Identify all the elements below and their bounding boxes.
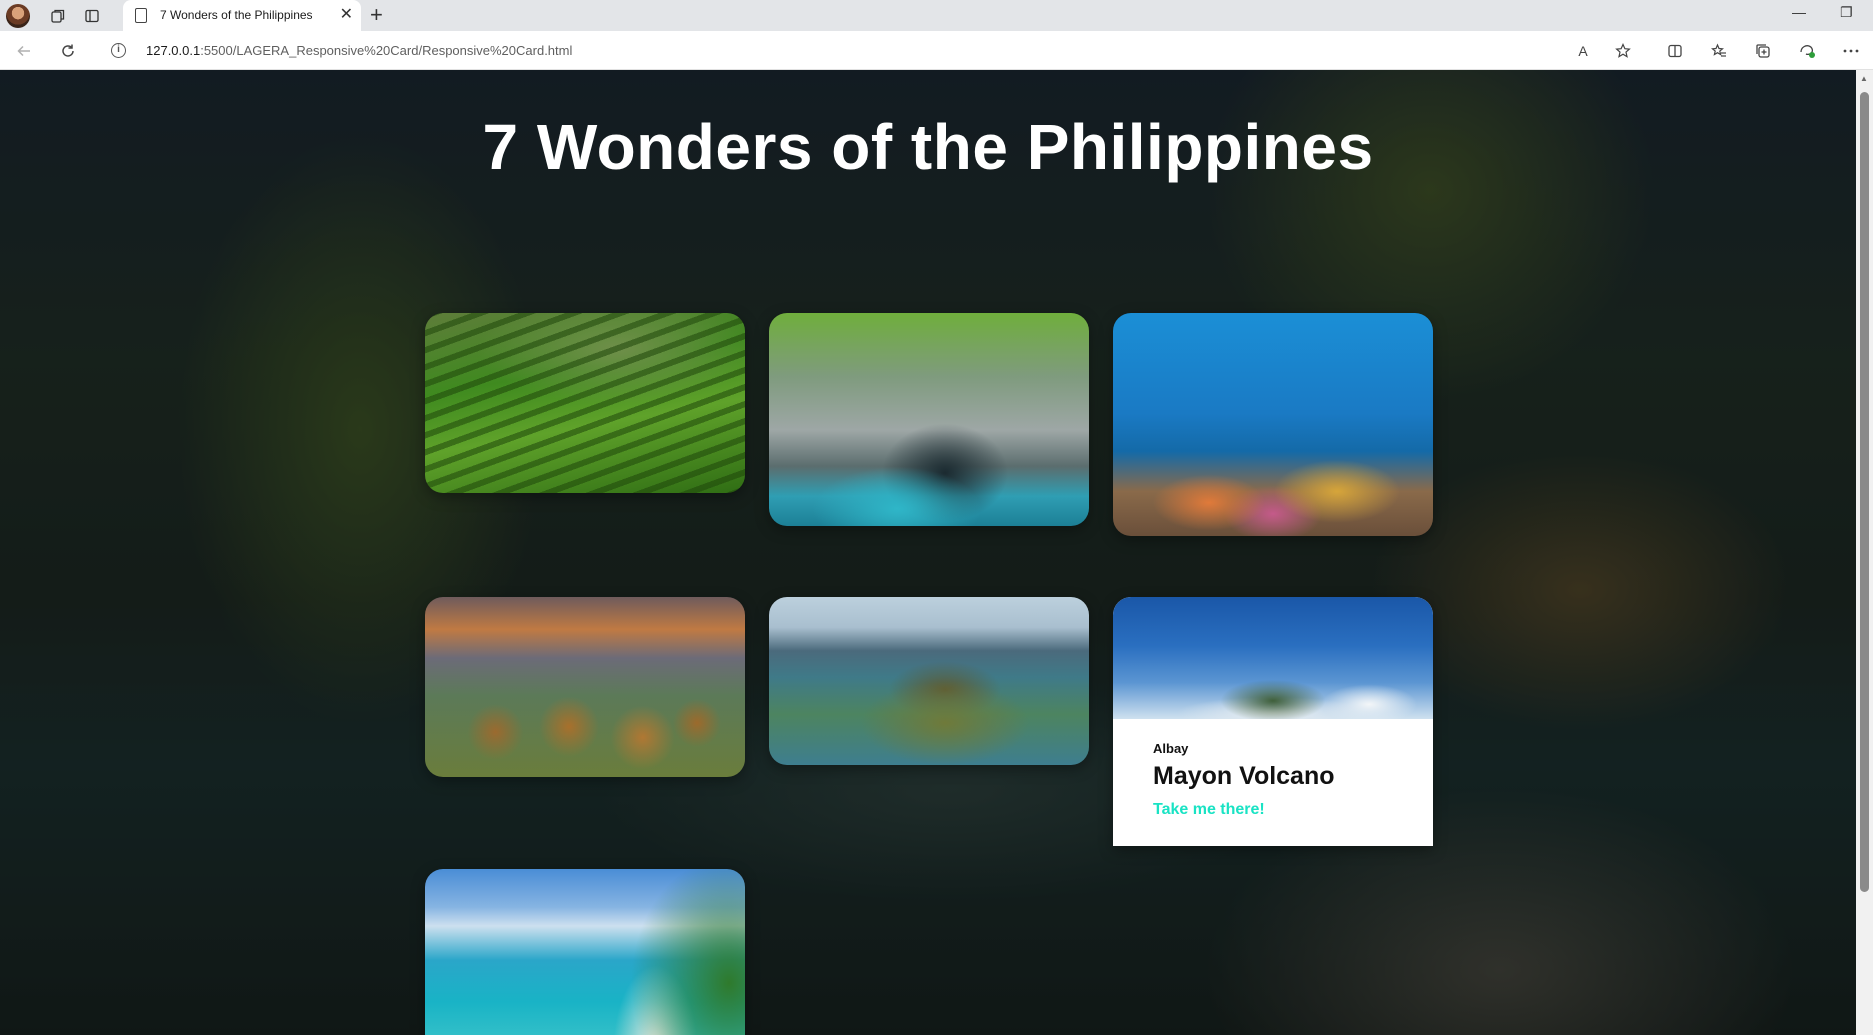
page-title: 7 Wonders of the Philippines — [482, 111, 1374, 183]
split-screen-icon[interactable] — [1664, 40, 1686, 62]
url-field[interactable]: i 127.0.0.1:5500/LAGERA_Responsive%20Car… — [96, 36, 1646, 65]
card-mayon-volcano[interactable]: Albay Mayon Volcano Take me there! — [1113, 597, 1433, 846]
take-me-there-link[interactable]: Take me there! — [1153, 801, 1265, 819]
card-title: Mayon Volcano — [1153, 762, 1335, 790]
card-image — [1113, 313, 1433, 536]
refresh-icon[interactable] — [57, 40, 79, 62]
extensions-icon[interactable] — [1796, 40, 1818, 62]
card-banaue-rice-terraces[interactable] — [425, 313, 745, 493]
url-text: 127.0.0.1:5500/LAGERA_Responsive%20Card/… — [146, 43, 572, 58]
page-scrollbar[interactable]: ▲ — [1856, 70, 1873, 1035]
card-chocolate-hills[interactable] — [425, 597, 745, 777]
tab-title: 7 Wonders of the Philippines — [160, 8, 313, 22]
card-image — [769, 597, 1089, 765]
favorite-star-icon[interactable] — [1612, 40, 1634, 62]
browser-address-bar: i 127.0.0.1:5500/LAGERA_Responsive%20Car… — [0, 31, 1873, 70]
read-aloud-label: A — [1578, 43, 1588, 59]
card-image — [425, 597, 745, 777]
url-host: 127.0.0.1 — [146, 43, 201, 58]
active-tab[interactable]: 7 Wonders of the Philippines ✕ — [123, 0, 361, 31]
scroll-thumb[interactable] — [1860, 92, 1869, 892]
back-icon[interactable] — [13, 40, 35, 62]
restore-button[interactable]: ❐ — [1840, 4, 1853, 21]
favorites-icon[interactable] — [1708, 40, 1730, 62]
card-coral-reef[interactable] — [1113, 313, 1433, 536]
page-icon — [135, 8, 147, 23]
new-tab-button[interactable]: + — [370, 2, 383, 28]
more-icon[interactable] — [1840, 40, 1862, 62]
workspaces-icon[interactable] — [48, 6, 68, 26]
tab-actions-icon[interactable] — [82, 6, 102, 26]
card-image — [425, 313, 745, 493]
minimize-button[interactable]: — — [1792, 4, 1806, 20]
browser-tab-bar: 7 Wonders of the Philippines ✕ + — ❐ — [0, 0, 1873, 31]
card-boracay-beach[interactable] — [425, 869, 745, 1035]
card-subtitle: Albay — [1153, 741, 1189, 756]
url-path: :5500/LAGERA_Responsive%20Card/Responsiv… — [200, 43, 573, 58]
scroll-up-icon[interactable]: ▲ — [1860, 74, 1868, 83]
profile-avatar[interactable] — [6, 4, 30, 28]
card-image — [425, 869, 745, 1035]
close-tab-icon[interactable]: ✕ — [340, 6, 353, 24]
collections-icon[interactable] — [1752, 40, 1774, 62]
page-viewport: 7 Wonders of the Philippines Albay Mayon… — [0, 70, 1856, 1035]
card-taal-volcano[interactable] — [769, 597, 1089, 765]
card-image — [1113, 597, 1433, 719]
card-image — [769, 313, 1089, 526]
card-underground-river[interactable] — [769, 313, 1089, 526]
info-icon[interactable]: i — [111, 43, 126, 58]
read-aloud-icon[interactable]: A — [1572, 40, 1594, 62]
card-body: Albay Mayon Volcano Take me there! — [1113, 719, 1433, 846]
